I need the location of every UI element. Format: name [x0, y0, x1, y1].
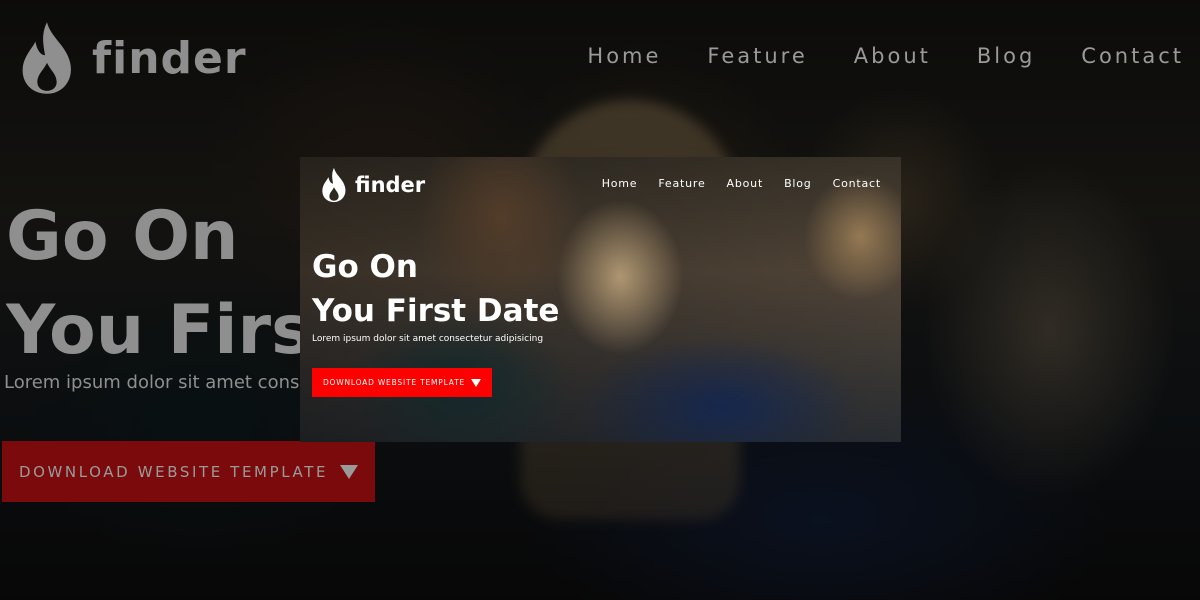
- brand-name: finder: [355, 173, 426, 197]
- nav-item-home[interactable]: Home: [602, 177, 638, 190]
- background-nav: Home Feature About Blog Contact: [587, 44, 1184, 68]
- nav-item-contact[interactable]: Contact: [833, 177, 881, 190]
- caret-down-icon: [340, 464, 359, 479]
- caret-down-icon: [471, 378, 482, 387]
- background-download-button: DOWNLOAD WEBSITE TEMPLATE: [2, 441, 375, 502]
- background-hero-subtitle: Lorem ipsum dolor sit amet consectetur a…: [4, 372, 300, 393]
- hero-title-line1: Go On: [312, 249, 418, 285]
- brand-logo[interactable]: finder: [320, 167, 425, 203]
- download-button[interactable]: DOWNLOAD WEBSITE TEMPLATE: [312, 368, 492, 397]
- main-nav: Home Feature About Blog Contact: [602, 177, 881, 190]
- hero-title: Go On You First Date: [312, 245, 559, 333]
- background-nav-about: About: [853, 44, 931, 68]
- background-brand-name: finder: [92, 32, 247, 84]
- nav-item-feature[interactable]: Feature: [658, 177, 705, 190]
- background-nav-feature: Feature: [707, 44, 808, 68]
- background-brand-logo: finder: [18, 20, 247, 96]
- nav-item-about[interactable]: About: [727, 177, 764, 190]
- background-hero-title-line1: Go On: [6, 197, 239, 276]
- background-nav-blog: Blog: [976, 44, 1036, 68]
- background-hero-title: Go On You First Date: [6, 190, 306, 378]
- background-download-button-label: DOWNLOAD WEBSITE TEMPLATE: [18, 462, 329, 481]
- download-button-label: DOWNLOAD WEBSITE TEMPLATE: [322, 378, 466, 387]
- nav-item-blog[interactable]: Blog: [784, 177, 812, 190]
- flame-icon: [322, 167, 346, 203]
- website-preview: finder Home Feature About Blog Contact G…: [300, 157, 901, 442]
- background-nav-home: Home: [587, 44, 662, 68]
- hero-subtitle: Lorem ipsum dolor sit amet consectetur a…: [312, 334, 544, 344]
- flame-icon: [22, 22, 71, 94]
- background-nav-contact: Contact: [1081, 44, 1184, 68]
- background-hero-title-line2: You First Date: [6, 291, 306, 370]
- hero-title-line2: You First Date: [312, 293, 560, 329]
